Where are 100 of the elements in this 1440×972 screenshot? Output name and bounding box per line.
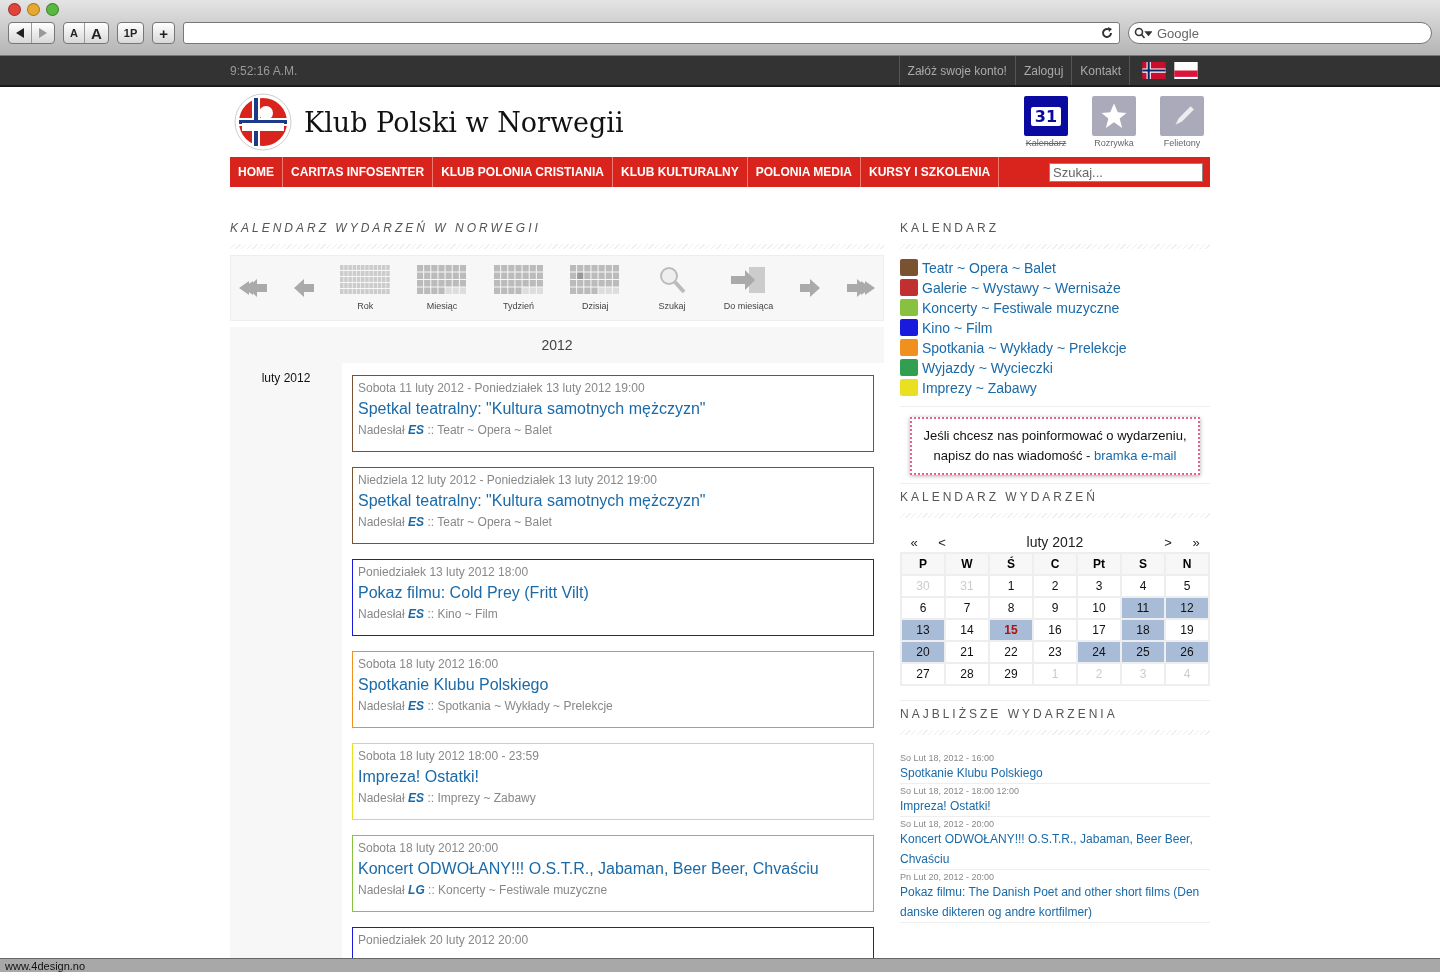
calendar-day[interactable]: 16 — [1034, 620, 1076, 640]
upcoming-title[interactable]: Impreza! Ostatki! — [900, 796, 1210, 816]
top-link[interactable]: Załóż swoje konto! — [898, 56, 1015, 85]
calendar-day[interactable]: 21 — [946, 642, 988, 662]
top-link[interactable]: Kontakt — [1071, 56, 1129, 85]
section-shortcut[interactable]: Felietony — [1154, 96, 1210, 148]
add-button[interactable]: + — [153, 23, 175, 43]
grid-icon — [570, 265, 621, 295]
calendar-day[interactable]: 11 — [1122, 598, 1164, 618]
category-link[interactable]: Kino ~ Film — [900, 319, 1210, 336]
category-link[interactable]: Koncerty ~ Festiwale muzyczne — [900, 299, 1210, 316]
calendar-day[interactable]: 5 — [1166, 576, 1208, 596]
calendar-day[interactable]: 12 — [1166, 598, 1208, 618]
calendar-nav-link[interactable]: > — [1154, 534, 1182, 550]
category-link[interactable]: Galerie ~ Wystawy ~ Wernisaże — [900, 279, 1210, 296]
minimize-button[interactable] — [27, 3, 40, 16]
calendar-nav-link[interactable]: » — [1182, 534, 1210, 550]
search-field[interactable]: Szukaj... — [1049, 162, 1203, 182]
calendar-day[interactable]: 25 — [1122, 642, 1164, 662]
category-link[interactable]: Teatr ~ Opera ~ Balet — [900, 259, 1210, 276]
arrow-right-icon — [800, 279, 821, 297]
view-button[interactable]: Szukaj — [646, 265, 697, 311]
calendar-day[interactable]: 2 — [1034, 576, 1076, 596]
calendar-day[interactable]: 26 — [1166, 642, 1208, 662]
close-button[interactable] — [8, 3, 21, 16]
calendar-nav-link[interactable]: « — [900, 534, 928, 550]
back-icon — [15, 28, 25, 38]
view-button[interactable]: Tydzień — [493, 265, 544, 311]
calendar-day[interactable]: 24 — [1078, 642, 1120, 662]
calendar-day[interactable]: 10 — [1078, 598, 1120, 618]
view-button[interactable]: Dzisiaj — [570, 265, 621, 311]
calendar-day[interactable]: 13 — [902, 620, 944, 640]
calendar-day[interactable]: 29 — [990, 664, 1032, 684]
calendar-day[interactable]: 20 — [902, 642, 944, 662]
top-link[interactable]: Zaloguj — [1014, 56, 1072, 85]
calendar-day[interactable]: 1 — [990, 576, 1032, 596]
nav-item[interactable]: KLUB KULTURALNY — [613, 157, 748, 187]
arrow-left-icon — [293, 279, 314, 297]
view-button[interactable]: Do miesiąca — [723, 265, 774, 311]
event-meta: Nadesłał ES :: Kino ~ Film — [358, 607, 499, 621]
view-button[interactable]: Rok — [340, 265, 391, 311]
upcoming-title[interactable]: Koncert ODWOŁANY!!! O.S.T.R., Jabaman, Beer Beer, Chvaściu — [900, 829, 1210, 869]
upcoming-date: So Lut 18, 2012 - 16:00 — [900, 753, 996, 763]
calendar-day[interactable]: 6 — [902, 598, 944, 618]
nav-item[interactable]: KURSY I SZKOLENIA — [861, 157, 1000, 187]
view-button[interactable]: Miesiąc — [416, 265, 467, 311]
calendar-day[interactable]: 14 — [946, 620, 988, 640]
nav-item[interactable]: CARITAS INFOSENTER — [283, 157, 434, 187]
zoom-button[interactable] — [46, 3, 59, 16]
upcoming-title[interactable]: Spotkanie Klubu Polskiego — [900, 763, 1210, 783]
section-heading: KALENDARZ — [900, 221, 1210, 249]
flag-icon[interactable] — [1142, 62, 1166, 79]
calendar-day[interactable]: 4 — [1122, 576, 1164, 596]
event-title[interactable]: Koncert ODWOŁANY!!! O.S.T.R., Jabaman, Beer Beer, Chvaściu — [358, 860, 868, 878]
notice-text: Jeśli chcesz nas poinformować o wydarzeniu, napisz do nas wiadomość - bramka e-mail — [910, 417, 1200, 475]
calendar-day[interactable]: 15 — [990, 620, 1032, 640]
section-shortcut[interactable]: Rozrywka — [1086, 96, 1142, 148]
bookmark-button[interactable]: 1P — [117, 23, 144, 43]
calendar-day[interactable]: 3 — [1078, 576, 1120, 596]
calendar-day[interactable]: 7 — [946, 598, 988, 618]
calendar-day[interactable]: 8 — [990, 598, 1032, 618]
reload-icon[interactable] — [1101, 27, 1113, 39]
grid-icon — [493, 265, 544, 295]
first-button[interactable] — [239, 279, 267, 297]
section-shortcut[interactable]: 31 Kalendarz — [1018, 96, 1074, 148]
next-button[interactable] — [800, 279, 821, 297]
section-heading: KALENDARZ WYDARZEŃ — [900, 490, 1210, 518]
upcoming-title[interactable]: Pokaz filmu: The Danish Poet and other short films (Den danske dikteren og andre kortfilmer) — [900, 882, 1210, 922]
calendar-day[interactable]: 19 — [1166, 620, 1208, 640]
nav-item[interactable]: POLONIA MEDIA — [747, 157, 861, 187]
search-field[interactable]: Google — [1128, 22, 1432, 44]
grid-icon — [416, 265, 467, 295]
category-link[interactable]: Wyjazdy ~ Wycieczki — [900, 359, 1210, 376]
category-link[interactable]: Imprezy ~ Zabawy — [900, 379, 1210, 396]
nav-item[interactable]: KLUB POLONIA CRISTIANIA — [433, 157, 613, 187]
last-button[interactable] — [846, 279, 875, 297]
flag-icon[interactable] — [1174, 62, 1198, 79]
calendar-day[interactable]: 9 — [1034, 598, 1076, 618]
nav-item[interactable]: HOME — [230, 157, 283, 187]
event-title[interactable]: Pokaz filmu: Cold Prey (Fritt Vilt) — [358, 584, 868, 602]
calendar-day[interactable]: 18 — [1122, 620, 1164, 640]
event-date: Poniedziałek 20 luty 2012 20:00 — [358, 933, 530, 947]
category-link[interactable]: Spotkania ~ Wykłady ~ Prelekcje — [900, 339, 1210, 356]
calendar-day[interactable]: 23 — [1034, 642, 1076, 662]
event-date: Sobota 11 luty 2012 - Poniedziałek 13 luty 2012 19:00 — [358, 381, 646, 395]
event-title[interactable]: Spotkanie Klubu Polskiego — [358, 676, 868, 694]
calendar-day[interactable]: 28 — [946, 664, 988, 684]
event-title[interactable]: Spetkal teatralny: "Kultura samotnych mężczyzn" — [358, 492, 868, 510]
calendar-nav-link[interactable]: < — [928, 534, 956, 550]
calendar-day[interactable]: 17 — [1078, 620, 1120, 640]
calendar-day[interactable]: 27 — [902, 664, 944, 684]
font-size-button[interactable]: A — [83, 23, 108, 43]
font-size-button[interactable]: A — [64, 23, 84, 43]
calendar-icon: 31 — [1024, 96, 1068, 136]
address-field[interactable] — [183, 22, 1120, 44]
event-title[interactable]: Spetkal teatralny: "Kultura samotnych mężczyzn" — [358, 400, 868, 418]
event-title[interactable]: Impreza! Ostatki! — [358, 768, 868, 786]
calendar-day[interactable]: 22 — [990, 642, 1032, 662]
previous-button[interactable] — [293, 279, 314, 297]
email-link[interactable]: bramka e-mail — [1094, 448, 1177, 463]
